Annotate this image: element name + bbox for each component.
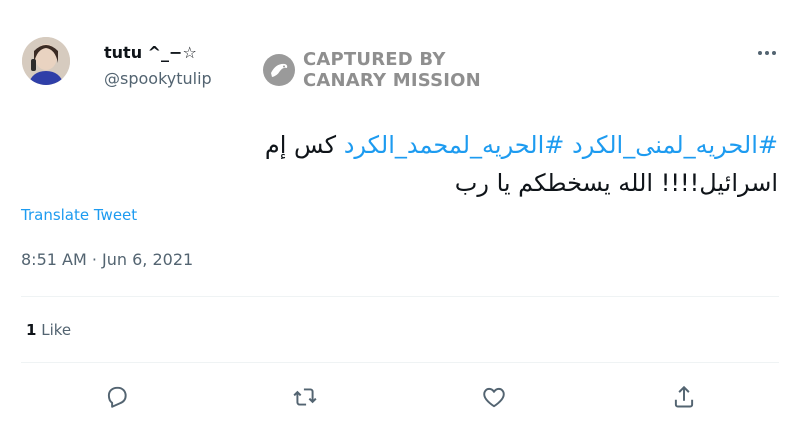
- likes-count[interactable]: 1 Like: [26, 321, 71, 339]
- retweet-icon: [293, 388, 317, 406]
- user-handle[interactable]: @spookytulip: [104, 69, 212, 89]
- hashtag-link[interactable]: #الحريه_لمحمد_الكرد: [344, 131, 565, 159]
- watermark-line-1: CAPTURED BY: [303, 49, 446, 70]
- tweet-text-part: كس إم: [264, 131, 337, 159]
- tweet-timestamp[interactable]: 8:51 AM · Jun 6, 2021: [21, 250, 193, 269]
- share-button[interactable]: [671, 384, 697, 410]
- retweet-button[interactable]: [292, 384, 318, 410]
- share-icon: [674, 385, 694, 408]
- divider: [21, 362, 779, 363]
- tweet-card: tutu ^_−☆ @spookytulip CAPTURED BY CANAR…: [0, 0, 800, 427]
- display-name[interactable]: tutu ^_−☆: [104, 43, 212, 63]
- canary-mission-watermark: CAPTURED BY CANARY MISSION: [262, 49, 481, 91]
- like-button[interactable]: [481, 384, 507, 410]
- reply-icon: [107, 386, 127, 408]
- user-info[interactable]: tutu ^_−☆ @spookytulip: [104, 43, 212, 89]
- watermark-line-2: CANARY MISSION: [303, 70, 481, 91]
- hashtag-link[interactable]: #الحريه_لمنى_الكرد: [572, 131, 778, 159]
- reply-button[interactable]: [104, 384, 130, 410]
- tweet-text: #الحريه_لمنى_الكرد #الحريه_لمحمد_الكرد ك…: [120, 126, 778, 202]
- more-options-icon[interactable]: [755, 44, 779, 62]
- avatar[interactable]: [22, 37, 70, 85]
- avatar-image: [22, 37, 70, 85]
- likes-number: 1: [26, 321, 37, 339]
- likes-label: Like: [41, 321, 72, 339]
- translate-tweet-link[interactable]: Translate Tweet: [21, 206, 137, 224]
- heart-icon: [483, 387, 505, 408]
- canary-bird-icon: [263, 54, 295, 86]
- tweet-text-part: اسرائيل!!!! الله يسخطكم يا رب: [454, 169, 778, 197]
- divider: [21, 296, 779, 297]
